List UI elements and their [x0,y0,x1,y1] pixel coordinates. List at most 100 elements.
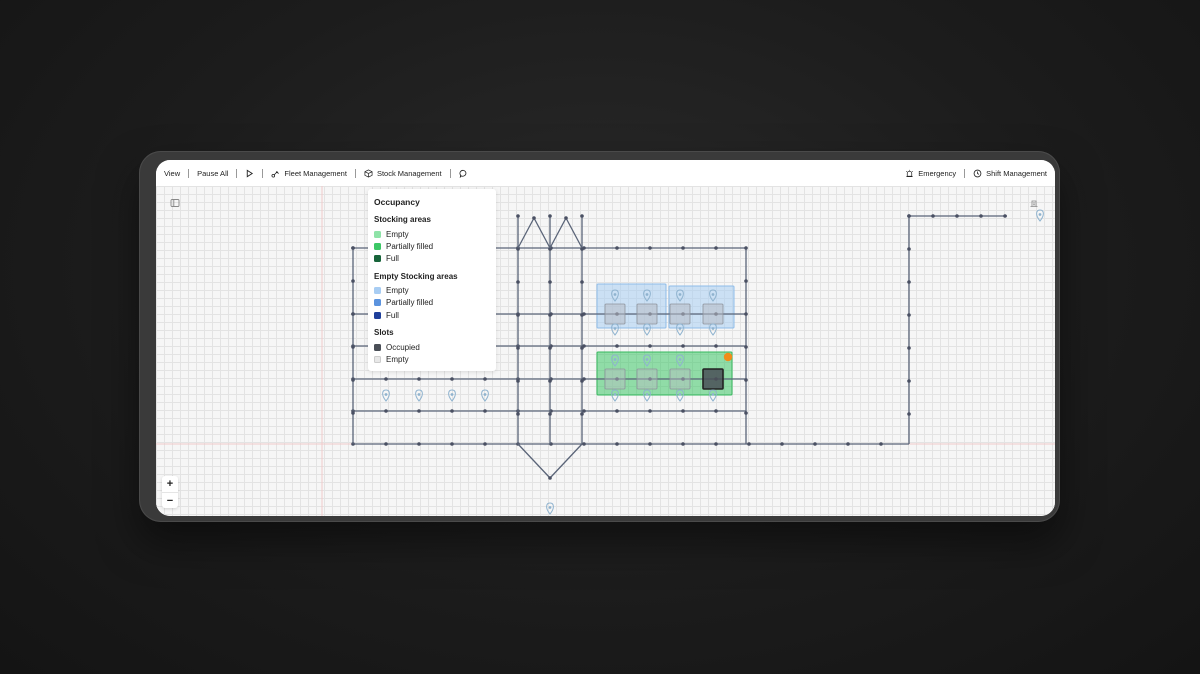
stock-management-button[interactable]: Stock Management [356,169,450,178]
route-node[interactable] [747,442,751,446]
route-node[interactable] [648,409,652,413]
empty-slot[interactable] [604,368,626,390]
route-node[interactable] [907,412,911,416]
route-node[interactable] [681,442,685,446]
fleet-management-button[interactable]: Fleet Management [263,169,355,178]
route-node[interactable] [955,214,959,218]
route-node[interactable] [648,442,652,446]
route-node[interactable] [714,344,718,348]
route-node[interactable] [516,379,520,383]
route-node[interactable] [744,279,748,283]
route-node[interactable] [417,442,421,446]
pause-all-button[interactable]: Pause All [189,169,236,178]
empty-slot[interactable] [636,303,658,325]
route-node[interactable] [516,280,520,284]
route-node[interactable] [450,409,454,413]
route-node[interactable] [483,409,487,413]
emergency-button[interactable]: Emergency [897,169,964,178]
route-node[interactable] [384,442,388,446]
empty-slot[interactable] [702,303,724,325]
route-node[interactable] [351,378,355,382]
route-node[interactable] [615,344,619,348]
route-node[interactable] [564,216,568,220]
route-node[interactable] [580,280,584,284]
route-node[interactable] [681,246,685,250]
route-node[interactable] [351,279,355,283]
route-node[interactable] [582,442,586,446]
route-node[interactable] [580,214,584,218]
route-node[interactable] [813,442,817,446]
route-node[interactable] [744,378,748,382]
route-node[interactable] [1003,214,1007,218]
route-node[interactable] [907,247,911,251]
route-node[interactable] [580,379,584,383]
route-node[interactable] [979,214,983,218]
route-node[interactable] [931,214,935,218]
route-node[interactable] [548,379,552,383]
route-node[interactable] [907,379,911,383]
route-node[interactable] [714,409,718,413]
route-node[interactable] [548,214,552,218]
route-node[interactable] [483,377,487,381]
route-node[interactable] [744,312,748,316]
route-node[interactable] [516,412,520,416]
route-node[interactable] [351,246,355,250]
route-node[interactable] [615,442,619,446]
zoom-in-button[interactable]: + [162,476,178,493]
route-node[interactable] [548,476,552,480]
empty-slot[interactable] [636,368,658,390]
route-node[interactable] [516,214,520,218]
route-node[interactable] [744,345,748,349]
route-network[interactable] [156,186,1055,516]
route-node[interactable] [384,409,388,413]
route-node[interactable] [744,246,748,250]
route-node[interactable] [681,409,685,413]
route-node[interactable] [648,246,652,250]
route-node[interactable] [714,246,718,250]
route-node[interactable] [907,214,911,218]
route-node[interactable] [548,346,552,350]
warehouse-map[interactable]: Occupancy Stocking areas Empty Partially… [156,186,1055,516]
layers-button[interactable] [1027,196,1041,210]
empty-slot[interactable] [604,303,626,325]
route-node[interactable] [582,409,586,413]
route-node[interactable] [417,409,421,413]
route-node[interactable] [780,442,784,446]
route-node[interactable] [548,313,552,317]
route-node[interactable] [907,280,911,284]
route-node[interactable] [548,412,552,416]
route-node[interactable] [879,442,883,446]
route-node[interactable] [351,345,355,349]
route-node[interactable] [615,246,619,250]
route-node[interactable] [548,280,552,284]
route-node[interactable] [516,313,520,317]
route-node[interactable] [450,377,454,381]
route-node[interactable] [714,442,718,446]
route-node[interactable] [648,344,652,348]
empty-slot[interactable] [669,303,691,325]
shift-management-button[interactable]: Shift Management [965,169,1055,178]
occupied-slot[interactable] [702,368,724,390]
view-menu[interactable]: View [156,169,188,178]
route-node[interactable] [580,313,584,317]
route-node[interactable] [615,409,619,413]
route-node[interactable] [580,412,584,416]
route-node[interactable] [351,411,355,415]
route-node[interactable] [516,346,520,350]
route-node[interactable] [907,346,911,350]
route-node[interactable] [580,346,584,350]
empty-slot[interactable] [669,368,691,390]
route-node[interactable] [532,216,536,220]
alert-badge[interactable] [723,352,733,362]
route-node[interactable] [483,442,487,446]
sidebar-toggle-button[interactable] [168,196,182,210]
route-node[interactable] [681,344,685,348]
route-node[interactable] [417,377,421,381]
route-node[interactable] [846,442,850,446]
route-node[interactable] [744,411,748,415]
zoom-out-button[interactable]: − [162,493,178,509]
chat-button[interactable] [451,169,476,178]
play-button[interactable] [237,169,262,178]
route-node[interactable] [450,442,454,446]
route-node[interactable] [907,313,911,317]
